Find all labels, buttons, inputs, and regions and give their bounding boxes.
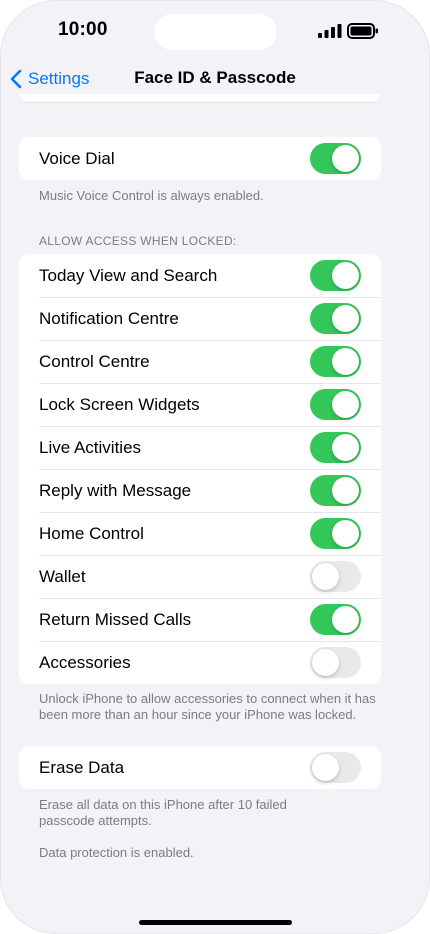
erase-data-row: Erase Data [19, 746, 381, 789]
lock-screen-widgets-toggle[interactable] [310, 389, 361, 420]
notification-centre-label: Notification Centre [39, 308, 179, 328]
status-time: 10:00 [58, 19, 108, 40]
notification-centre-toggle[interactable] [310, 303, 361, 334]
toggle-knob [332, 262, 359, 289]
control-centre-toggle[interactable] [310, 346, 361, 377]
voice-dial-toggle[interactable] [310, 143, 361, 174]
dynamic-island [154, 14, 277, 50]
toggle-knob [312, 754, 339, 781]
erase-data-group: Erase Data [19, 746, 381, 789]
live-activities-label: Live Activities [39, 437, 142, 457]
live-activities-toggle[interactable] [310, 432, 361, 463]
today-view-label: Today View and Search [39, 265, 218, 285]
toggle-knob [312, 649, 339, 676]
voice-dial-group: Voice Dial [19, 137, 381, 180]
list-item: Live Activities [19, 426, 381, 469]
toggle-knob [332, 520, 359, 547]
data-protection-note: Data protection is enabled. [39, 845, 194, 860]
list-item: Home Control [19, 512, 381, 555]
toggle-knob [332, 305, 359, 332]
today-view-toggle[interactable] [310, 260, 361, 291]
list-item: Return Missed Calls [19, 598, 381, 641]
section-header-locked-access: ALLOW ACCESS WHEN LOCKED: [39, 234, 237, 248]
control-centre-label: Control Centre [39, 351, 150, 371]
phone-screen: 10:00 Settings Face ID & Passcode Voice … [0, 0, 430, 934]
voice-dial-row: Voice Dial [19, 137, 381, 180]
reply-with-message-label: Reply with Message [39, 480, 192, 500]
return-missed-calls-toggle[interactable] [310, 604, 361, 635]
erase-data-footnote: Erase all data on this iPhone after 10 f… [39, 797, 287, 828]
toggle-knob [332, 477, 359, 504]
previous-group-edge [19, 94, 381, 102]
accessories-footnote: Unlock iPhone to allow accessories to co… [39, 691, 376, 722]
list-item: Today View and Search [19, 254, 381, 297]
locked-access-group: Today View and Search Notification Centr… [19, 254, 381, 684]
list-item: Control Centre [19, 340, 381, 383]
wallet-toggle[interactable] [310, 561, 361, 592]
lock-screen-widgets-label: Lock Screen Widgets [39, 394, 200, 414]
return-missed-calls-label: Return Missed Calls [39, 609, 192, 629]
home-control-toggle[interactable] [310, 518, 361, 549]
erase-data-toggle[interactable] [310, 752, 361, 783]
toggle-knob [312, 563, 339, 590]
battery-icon [347, 23, 378, 39]
accessories-label: Accessories [39, 652, 131, 672]
list-item: Notification Centre [19, 297, 381, 340]
wallet-label: Wallet [39, 566, 86, 586]
voice-dial-footnote: Music Voice Control is always enabled. [39, 188, 264, 203]
toggle-knob [332, 434, 359, 461]
list-item: Wallet [19, 555, 381, 598]
page-title: Face ID & Passcode [134, 68, 296, 87]
home-indicator[interactable] [139, 920, 292, 925]
reply-with-message-toggle[interactable] [310, 475, 361, 506]
list-item: Accessories [19, 641, 381, 684]
toggle-knob [332, 391, 359, 418]
signal-icon [318, 24, 342, 38]
status-bar: 10:00 [0, 0, 430, 58]
toggle-knob [332, 606, 359, 633]
toggle-knob [332, 145, 359, 172]
accessories-toggle[interactable] [310, 647, 361, 678]
list-item: Lock Screen Widgets [19, 383, 381, 426]
erase-data-label: Erase Data [39, 757, 125, 777]
list-item: Reply with Message [19, 469, 381, 512]
voice-dial-label: Voice Dial [39, 148, 115, 168]
toggle-knob [332, 348, 359, 375]
home-control-label: Home Control [39, 523, 144, 543]
